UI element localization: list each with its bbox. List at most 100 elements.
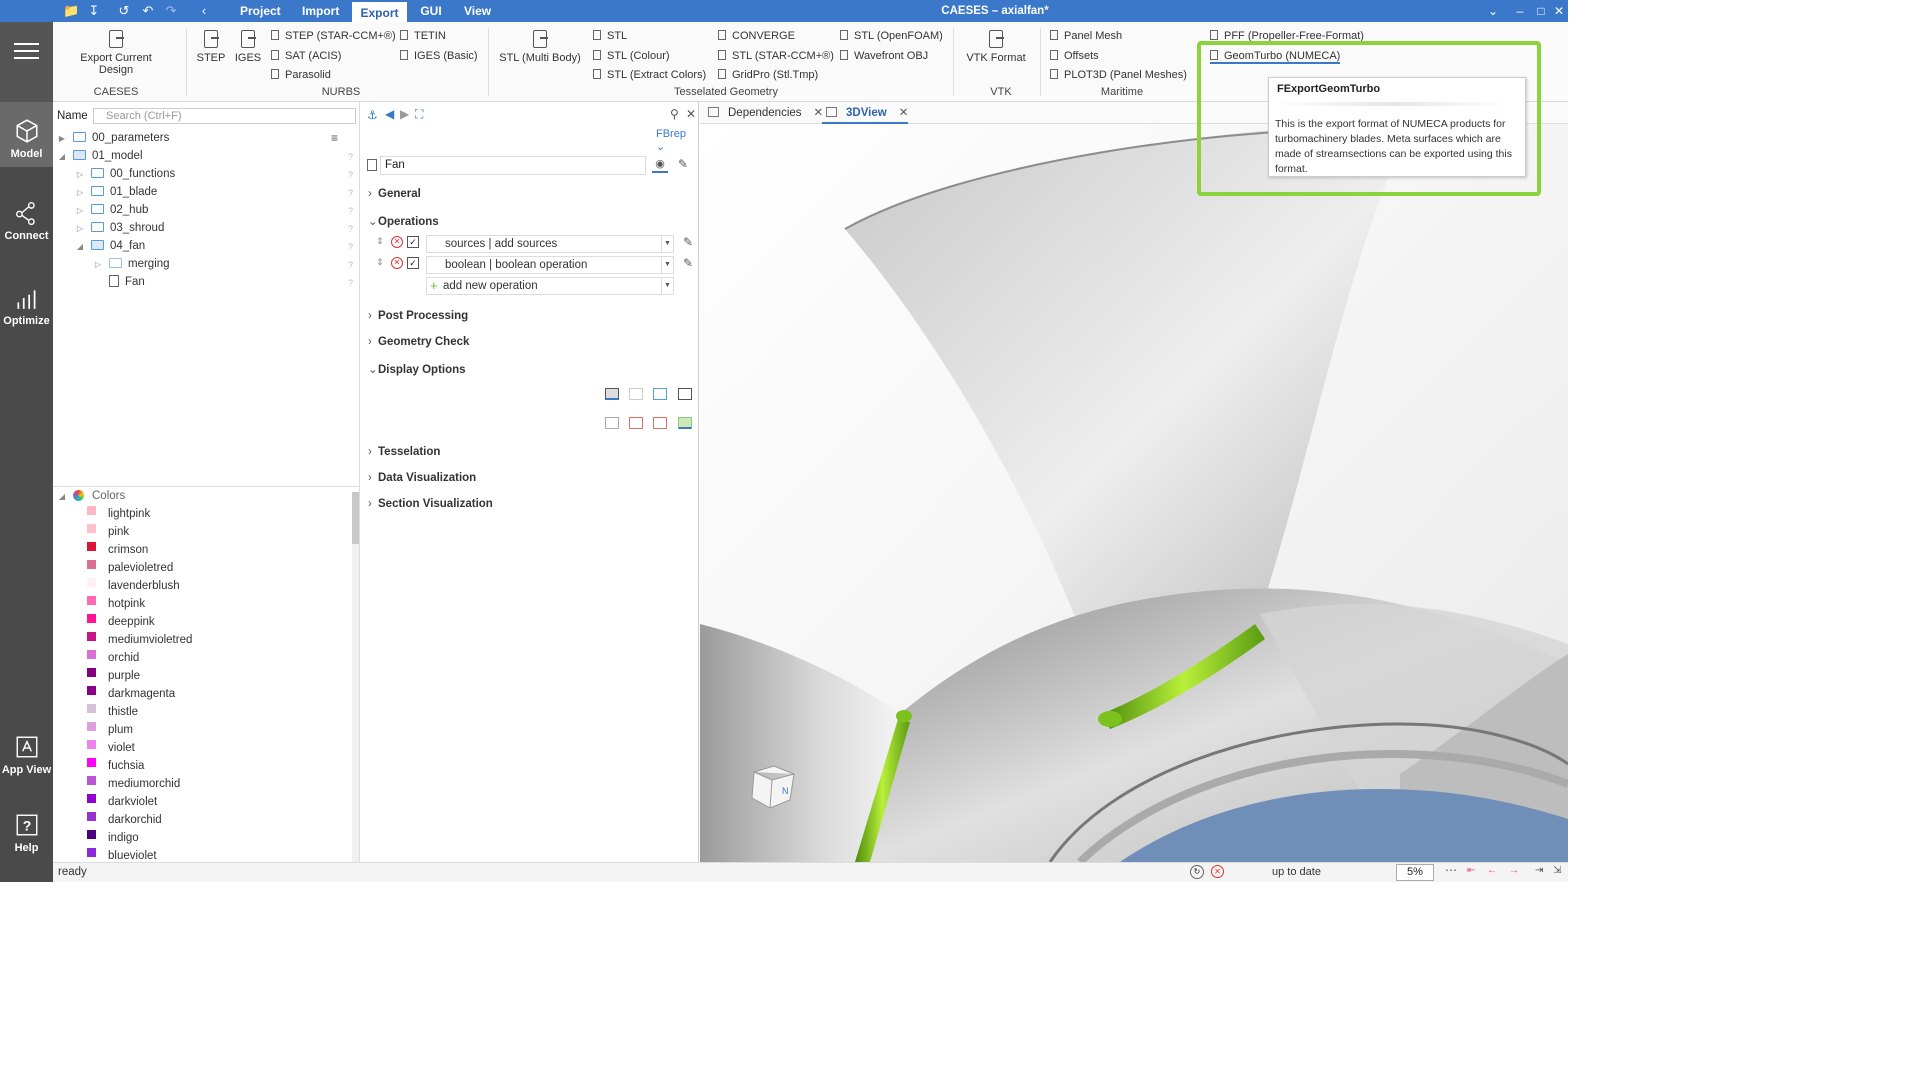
checkbox-icon[interactable]: ✓ <box>407 257 419 269</box>
display-transparent-icon[interactable] <box>629 388 643 400</box>
tree-item-03-shroud[interactable]: ▷ 03_shroud <box>75 219 164 237</box>
3d-viewport[interactable]: N <box>700 124 1568 862</box>
nav-first-icon[interactable]: ⇤ <box>1467 865 1475 876</box>
gridpro-button[interactable]: GridPro (Stl.Tmp) <box>718 67 818 83</box>
iges-basic-button[interactable]: IGES (Basic) <box>400 48 478 64</box>
search-icon[interactable]: ⚲ <box>670 107 679 121</box>
step-star-ccm-button[interactable]: STEP (STAR-CCM+®) <box>271 28 396 44</box>
history-icon[interactable]: ↺ <box>116 3 132 19</box>
collapse-icon[interactable]: ◢ <box>57 148 67 166</box>
color-item[interactable]: fuchsia <box>87 757 144 775</box>
wavefront-obj-button[interactable]: Wavefront OBJ <box>840 48 928 64</box>
dropdown-icon[interactable]: ▼ <box>661 278 673 294</box>
section-data-visualization[interactable]: › Data Visualization <box>368 472 476 484</box>
hamburger-menu-button[interactable] <box>0 22 53 102</box>
display-points-icon[interactable] <box>605 417 619 429</box>
colors-header[interactable]: ◢ Colors <box>57 487 125 505</box>
undo-icon[interactable]: ↶ <box>140 3 156 19</box>
anchor-icon[interactable]: ⚓ <box>367 108 378 122</box>
section-display-options[interactable]: ⌄Display Options <box>368 362 466 376</box>
vtk-format-button[interactable]: VTK Format <box>963 30 1029 64</box>
tree-item-00-parameters[interactable]: ▶ 00_parameters <box>57 129 169 147</box>
pff-button[interactable]: PFF (Propeller-Free-Format) <box>1210 28 1364 44</box>
menu-tab-project[interactable]: Project <box>232 0 288 22</box>
tetin-button[interactable]: TETIN <box>400 28 446 44</box>
filter-settings-icon[interactable]: ≡ <box>331 131 338 145</box>
menu-tab-export[interactable]: Export <box>352 0 407 22</box>
step-button[interactable]: STEP <box>195 30 227 64</box>
tree-item-01-blade[interactable]: ▷ 01_blade <box>75 183 157 201</box>
more-icon[interactable]: ⋯ <box>1445 863 1457 877</box>
search-input[interactable]: Search (Ctrl+F) <box>93 108 356 124</box>
expand-icon[interactable]: ▷ <box>75 166 85 184</box>
color-item[interactable]: darkorchid <box>87 811 162 829</box>
nav-last-icon[interactable]: ⇥ <box>1535 865 1543 876</box>
export-current-design-button[interactable]: Export Current Design <box>63 30 169 76</box>
object-name-field[interactable]: Fan <box>380 156 646 175</box>
display-edges-icon[interactable] <box>678 388 692 400</box>
stl-colour-button[interactable]: STL (Colour) <box>593 48 670 64</box>
sat-acis-button[interactable]: SAT (ACIS) <box>271 48 341 64</box>
section-tesselation[interactable]: › Tesselation <box>368 446 440 458</box>
side-item-model[interactable]: Model <box>0 102 53 167</box>
display-highlight-icon[interactable] <box>678 417 692 429</box>
section-general[interactable]: › General <box>368 188 421 200</box>
maximize-button[interactable]: □ <box>1533 3 1549 19</box>
color-item[interactable]: lightpink <box>87 505 150 523</box>
close-tab-icon[interactable]: ✕ <box>899 107 909 119</box>
type-selector[interactable]: FBrep ⌄ <box>656 128 698 153</box>
expand-icon[interactable]: ▶ <box>57 130 67 148</box>
remove-icon[interactable]: ✕ <box>391 236 403 248</box>
history-icon[interactable]: ↻ <box>1190 865 1204 879</box>
color-item[interactable]: palevioletred <box>87 559 173 577</box>
display-normals-icon[interactable] <box>653 417 667 429</box>
tab-dependencies[interactable]: Dependencies ✕ <box>704 102 823 124</box>
dropdown-icon[interactable]: ▼ <box>661 236 673 252</box>
color-item[interactable]: plum <box>87 721 133 739</box>
color-item[interactable]: darkviolet <box>87 793 157 811</box>
plot3d-button[interactable]: PLOT3D (Panel Meshes) <box>1050 67 1187 83</box>
color-item[interactable]: deeppink <box>87 613 155 631</box>
geomturbo-numeca-button[interactable]: GeomTurbo (NUMECA) <box>1210 48 1341 64</box>
menu-tab-view[interactable]: View <box>456 0 498 22</box>
eye-icon[interactable]: ◉ <box>652 157 668 173</box>
color-item[interactable]: orchid <box>87 649 139 667</box>
stl-extract-colors-button[interactable]: STL (Extract Colors) <box>593 67 706 83</box>
color-item[interactable]: crimson <box>87 541 148 559</box>
chevron-down-icon[interactable]: ⌄ <box>1485 3 1501 19</box>
expand-icon[interactable]: ▷ <box>75 184 85 202</box>
edit-icon[interactable]: ✎ <box>683 235 693 249</box>
reorder-handle-icon[interactable]: ⇕ <box>376 236 384 247</box>
color-item[interactable]: mediumorchid <box>87 775 180 793</box>
nav-next-icon[interactable]: → <box>1509 865 1519 876</box>
back-icon[interactable]: ‹ <box>196 3 212 19</box>
color-item[interactable]: darkmagenta <box>87 685 175 703</box>
stl-star-ccm-button[interactable]: STL (STAR-CCM+®) <box>718 48 834 64</box>
operation-field[interactable]: boolean | boolean operation ▼ <box>426 256 674 274</box>
orientation-cube[interactable]: N <box>748 764 798 810</box>
resize-grip-icon[interactable]: ⇲ <box>1553 865 1561 876</box>
side-item-help[interactable]: ? Help <box>0 812 53 854</box>
remove-icon[interactable]: ✕ <box>391 257 403 269</box>
color-item[interactable]: mediumvioletred <box>87 631 192 649</box>
display-wireframe-icon[interactable] <box>653 388 667 400</box>
stl-openfoam-button[interactable]: STL (OpenFOAM) <box>840 28 943 44</box>
parasolid-button[interactable]: Parasolid <box>271 67 331 83</box>
section-section-visualization[interactable]: › Section Visualization <box>368 498 493 510</box>
iges-button[interactable]: IGES <box>233 30 263 64</box>
side-item-app-view[interactable]: App View <box>0 734 53 776</box>
color-item[interactable]: violet <box>87 739 135 757</box>
color-item[interactable]: hotpink <box>87 595 145 613</box>
redo-icon[interactable]: ↷ <box>163 3 179 19</box>
open-folder-icon[interactable]: 📁 <box>63 3 79 19</box>
save-icon[interactable]: ↧ <box>86 3 102 19</box>
reorder-handle-icon[interactable]: ⇕ <box>376 257 384 268</box>
display-color-icon[interactable] <box>629 417 643 429</box>
section-geometry-check[interactable]: › Geometry Check <box>368 336 469 348</box>
tree-item-00-functions[interactable]: ▷ 00_functions <box>75 165 175 183</box>
back-arrow-icon[interactable]: ◀ <box>385 107 394 121</box>
tree-item-02-hub[interactable]: ▷ 02_hub <box>75 201 148 219</box>
tree-item-fan[interactable]: Fan <box>109 273 145 291</box>
tree-item-merging[interactable]: ▷ merging <box>93 255 170 273</box>
color-item[interactable]: pink <box>87 523 129 541</box>
